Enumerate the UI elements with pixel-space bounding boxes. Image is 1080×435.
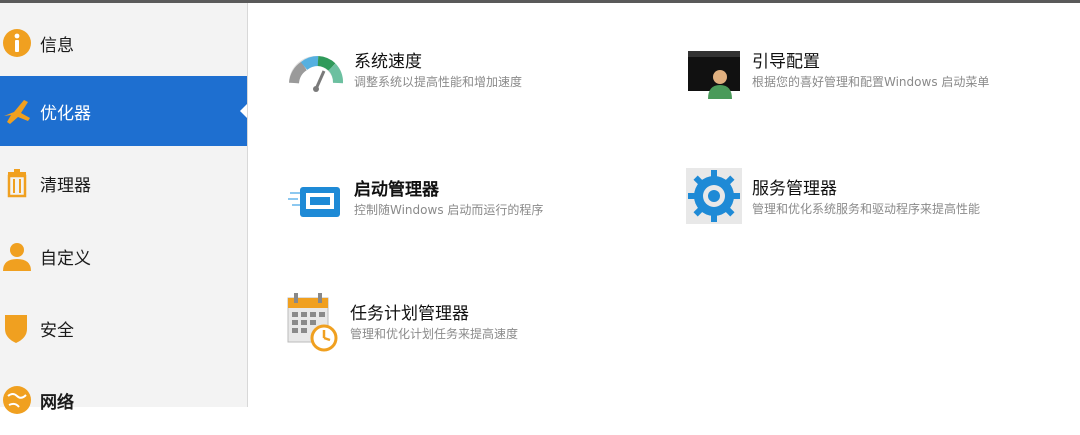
speedometer-icon	[286, 47, 346, 103]
airplane-icon	[0, 94, 34, 128]
sidebar-item-security[interactable]: 安全	[0, 293, 247, 363]
sidebar-item-label: 自定义	[40, 248, 91, 269]
sidebar-item-info[interactable]: 信息	[0, 8, 247, 78]
trash-icon	[0, 166, 34, 200]
tool-description: 调整系统以提高性能和增加速度	[354, 75, 523, 89]
tool-title: 系统速度	[354, 52, 422, 72]
sidebar-item-customize[interactable]: 自定义	[0, 221, 247, 291]
boot-config-icon	[684, 47, 744, 103]
tool-task-scheduler[interactable]: 任务计划管理器 管理和优化计划任务来提高速度	[282, 293, 519, 352]
sidebar-item-label: 清理器	[40, 175, 91, 196]
startup-window-icon	[286, 175, 346, 231]
calendar-clock-icon	[282, 293, 342, 352]
sidebar-item-network[interactable]: 网络	[0, 365, 247, 435]
globe-icon	[0, 383, 34, 417]
sidebar-item-label: 优化器	[40, 103, 91, 124]
sidebar: 信息 优化器 清理器 自定义 安全 网络	[0, 3, 248, 414]
tool-title: 启动管理器	[354, 180, 439, 200]
info-icon	[0, 26, 34, 60]
sidebar-item-optimizer[interactable]: 优化器	[0, 76, 247, 146]
sidebar-item-label: 安全	[40, 320, 74, 341]
tool-startup-manager[interactable]: 启动管理器 控制随Windows 启动而运行的程序	[286, 175, 543, 231]
sidebar-item-cleaner[interactable]: 清理器	[0, 148, 247, 218]
tool-title: 服务管理器	[752, 179, 837, 199]
tool-boot-config[interactable]: 引导配置 根据您的喜好管理和配置Windows 启动菜单	[684, 47, 989, 103]
sidebar-item-label: 信息	[40, 35, 74, 56]
tool-title: 任务计划管理器	[350, 304, 469, 324]
tool-service-manager[interactable]: 服务管理器 管理和优化系统服务和驱动程序来提高性能	[684, 168, 980, 224]
shield-icon	[0, 311, 34, 345]
gear-icon	[684, 168, 744, 224]
tool-title: 引导配置	[752, 52, 820, 72]
tool-system-speed[interactable]: 系统速度 调整系统以提高性能和增加速度	[286, 47, 522, 103]
tool-description: 控制随Windows 启动而运行的程序	[354, 203, 544, 217]
tool-description: 管理和优化系统服务和驱动程序来提高性能	[752, 202, 981, 216]
user-icon	[0, 239, 34, 273]
sidebar-item-label: 网络	[40, 392, 74, 413]
tool-description: 管理和优化计划任务来提高速度	[350, 327, 519, 341]
tool-description: 根据您的喜好管理和配置Windows 启动菜单	[752, 75, 990, 89]
main-panel: 系统速度 调整系统以提高性能和增加速度 引导配置 根据您的喜好管理和配置Wind…	[248, 3, 1080, 407]
